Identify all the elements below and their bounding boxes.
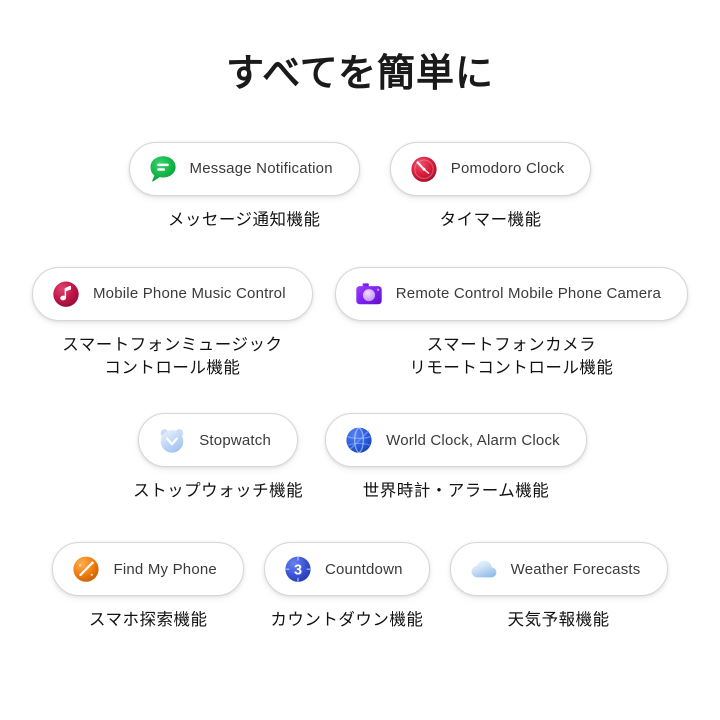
feature-overview-page: すべてを簡単に	[0, 0, 720, 720]
feature-countdown: 3 Countdown カウントダウン機能	[264, 542, 430, 633]
compass-icon	[71, 554, 101, 584]
countdown-number: 3	[294, 563, 302, 579]
page-title: すべてを簡単に	[0, 52, 720, 98]
countdown-three-icon: 3	[283, 554, 313, 584]
pill-pomodoro-clock[interactable]: Pomodoro Clock	[390, 142, 592, 196]
pill-world-clock[interactable]: World Clock, Alarm Clock	[325, 413, 587, 467]
pill-label: Pomodoro Clock	[451, 160, 565, 177]
feature-message-notification: Message Notification メッセージ通知機能	[129, 142, 360, 233]
feature-row: Find My Phone スマホ探索機能	[0, 542, 720, 633]
feature-caption: カウントダウン機能	[270, 609, 423, 633]
caption-line-1: メッセージ通知機能	[168, 211, 321, 229]
caption-line-1: 世界時計・アラーム機能	[363, 482, 550, 500]
message-bubble-icon	[148, 154, 178, 184]
feature-camera-remote: Remote Control Mobile Phone Camera スマートフ…	[335, 267, 688, 382]
pill-find-my-phone[interactable]: Find My Phone	[52, 542, 243, 596]
feature-caption: ストップウォッチ機能	[133, 480, 303, 504]
caption-line-1: カウントダウン機能	[270, 611, 423, 629]
feature-caption: タイマー機能	[440, 209, 542, 233]
pill-countdown[interactable]: 3 Countdown	[264, 542, 430, 596]
feature-music-control: Mobile Phone Music Control スマートフォンミュージック…	[32, 267, 313, 382]
feature-caption: スマホ探索機能	[89, 609, 208, 633]
caption-line-2: リモートコントロール機能	[409, 357, 613, 381]
caption-line-2: コントロール機能	[62, 357, 282, 381]
pill-label: Weather Forecasts	[511, 561, 641, 578]
music-note-icon	[51, 279, 81, 309]
feature-row: Mobile Phone Music Control スマートフォンミュージック…	[0, 267, 720, 382]
feature-world-clock: World Clock, Alarm Clock 世界時計・アラーム機能	[325, 413, 587, 504]
pill-label: World Clock, Alarm Clock	[386, 432, 560, 449]
feature-caption: 世界時計・アラーム機能	[363, 480, 550, 504]
globe-icon	[344, 425, 374, 455]
feature-stopwatch: Stopwatch ストップウォッチ機能	[133, 413, 303, 504]
pill-label: Remote Control Mobile Phone Camera	[396, 285, 661, 302]
pill-weather-forecasts[interactable]: Weather Forecasts	[450, 542, 668, 596]
feature-weather-forecasts: Weather Forecasts 天気予報機能	[450, 542, 668, 633]
caption-line-1: ストップウォッチ機能	[133, 482, 303, 500]
pill-message-notification[interactable]: Message Notification	[129, 142, 360, 196]
pill-label: Find My Phone	[113, 561, 216, 578]
caption-line-1: スマートフォンカメラ	[427, 336, 597, 354]
pill-camera-remote[interactable]: Remote Control Mobile Phone Camera	[335, 267, 688, 321]
feature-row: Message Notification メッセージ通知機能	[0, 142, 720, 233]
pill-label: Message Notification	[190, 160, 333, 177]
caption-line-1: 天気予報機能	[508, 611, 610, 629]
feature-row: Stopwatch ストップウォッチ機能	[0, 413, 720, 504]
feature-caption: スマートフォンミュージック コントロール機能	[62, 334, 282, 382]
pill-label: Mobile Phone Music Control	[93, 285, 286, 302]
camera-icon	[354, 279, 384, 309]
caption-line-1: スマホ探索機能	[89, 611, 208, 629]
caption-line-1: タイマー機能	[440, 211, 542, 229]
pill-music-control[interactable]: Mobile Phone Music Control	[32, 267, 313, 321]
feature-caption: スマートフォンカメラ リモートコントロール機能	[409, 334, 613, 382]
feature-find-my-phone: Find My Phone スマホ探索機能	[52, 542, 243, 633]
caption-line-1: スマートフォンミュージック	[62, 336, 282, 354]
feature-pomodoro-clock: Pomodoro Clock タイマー機能	[390, 142, 592, 233]
pill-stopwatch[interactable]: Stopwatch	[138, 413, 298, 467]
feature-caption: メッセージ通知機能	[168, 209, 321, 233]
alarm-clock-icon	[157, 425, 187, 455]
pomodoro-timer-icon	[409, 154, 439, 184]
pill-label: Countdown	[325, 561, 403, 578]
cloud-icon	[469, 554, 499, 584]
feature-caption: 天気予報機能	[508, 609, 610, 633]
pill-label: Stopwatch	[199, 432, 271, 449]
